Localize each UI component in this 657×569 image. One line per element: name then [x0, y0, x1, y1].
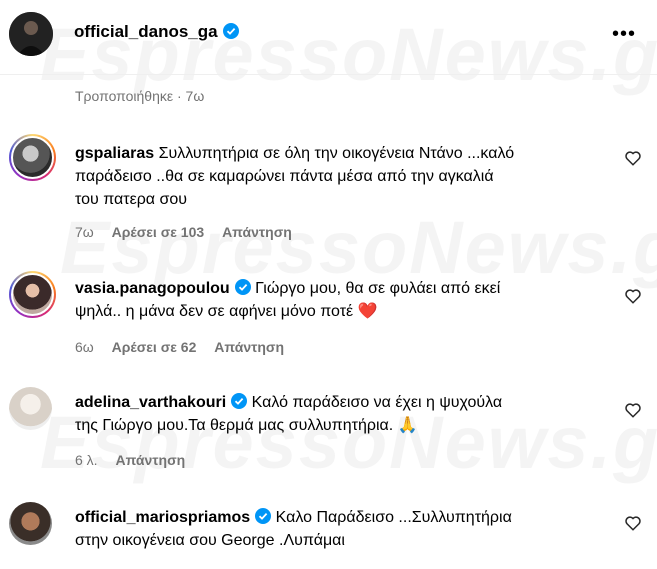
comment-username[interactable]: vasia.panagopoulou	[75, 280, 230, 297]
edited-timestamp: Τροποποιήθηκε · 7ω	[75, 88, 205, 104]
heart-icon[interactable]	[624, 287, 642, 305]
heart-icon[interactable]	[624, 514, 642, 532]
reply-button[interactable]: Απάντηση	[222, 224, 292, 240]
comment-username[interactable]: gspaliaras	[75, 145, 154, 162]
avatar[interactable]	[9, 134, 56, 181]
reply-button[interactable]: Απάντηση	[115, 452, 185, 468]
pray-emoji: 🙏	[397, 417, 418, 434]
comment-username[interactable]: official_mariospriamos	[75, 509, 250, 526]
avatar[interactable]	[9, 387, 52, 430]
likes-count[interactable]: Αρέσει σε 103	[112, 224, 205, 240]
heart-icon[interactable]	[624, 149, 642, 167]
avatar[interactable]	[9, 502, 52, 545]
comment-text: ψηλά.. η μάνα δεν σε αφήνει μόνο ποτέ	[75, 303, 354, 320]
comment-time: 6 λ.	[75, 452, 98, 468]
comment-text: Γιώργο μου, θα σε φυλάει από εκεί	[255, 280, 501, 297]
verified-icon	[255, 508, 272, 524]
comment-time: 6ω	[75, 339, 94, 355]
comment-time: 7ω	[75, 224, 94, 240]
reply-button[interactable]: Απάντηση	[214, 339, 284, 355]
heart-icon[interactable]	[624, 401, 642, 419]
verified-icon	[231, 393, 248, 409]
comment-text: παράδεισο ..θα σε καμαρώνει πάντα μέσα α…	[75, 168, 494, 185]
post-header: official_danos_ga •••	[0, 0, 657, 75]
comment-text: Συλλυπητήρια σε όλη την οικογένεια Ντάνο…	[158, 145, 515, 162]
comment-text: Καλό παράδεισο να έχει η ψυχούλα	[251, 394, 503, 411]
avatar[interactable]	[9, 271, 56, 318]
divider	[0, 74, 657, 75]
avatar[interactable]	[9, 12, 53, 56]
comment-text: στην οικογένεια σου George .Λυπάμαι	[75, 532, 345, 549]
likes-count[interactable]: Αρέσει σε 62	[112, 339, 197, 355]
verified-icon	[222, 23, 239, 39]
heart-emoji: ❤️	[357, 303, 378, 320]
comment-text: Καλο Παράδεισο ...Συλλυπητήρια	[275, 509, 512, 526]
comment-text: της Γιώργο μου.Τα θερμά μας συλλυπητήρια…	[75, 417, 394, 434]
comment-text: του πατερα σου	[75, 191, 188, 208]
post-username[interactable]: official_danos_ga	[74, 22, 239, 42]
comment-username[interactable]: adelina_varthakouri	[75, 394, 226, 411]
more-options-icon[interactable]: •••	[612, 23, 636, 46]
verified-icon	[234, 279, 251, 295]
